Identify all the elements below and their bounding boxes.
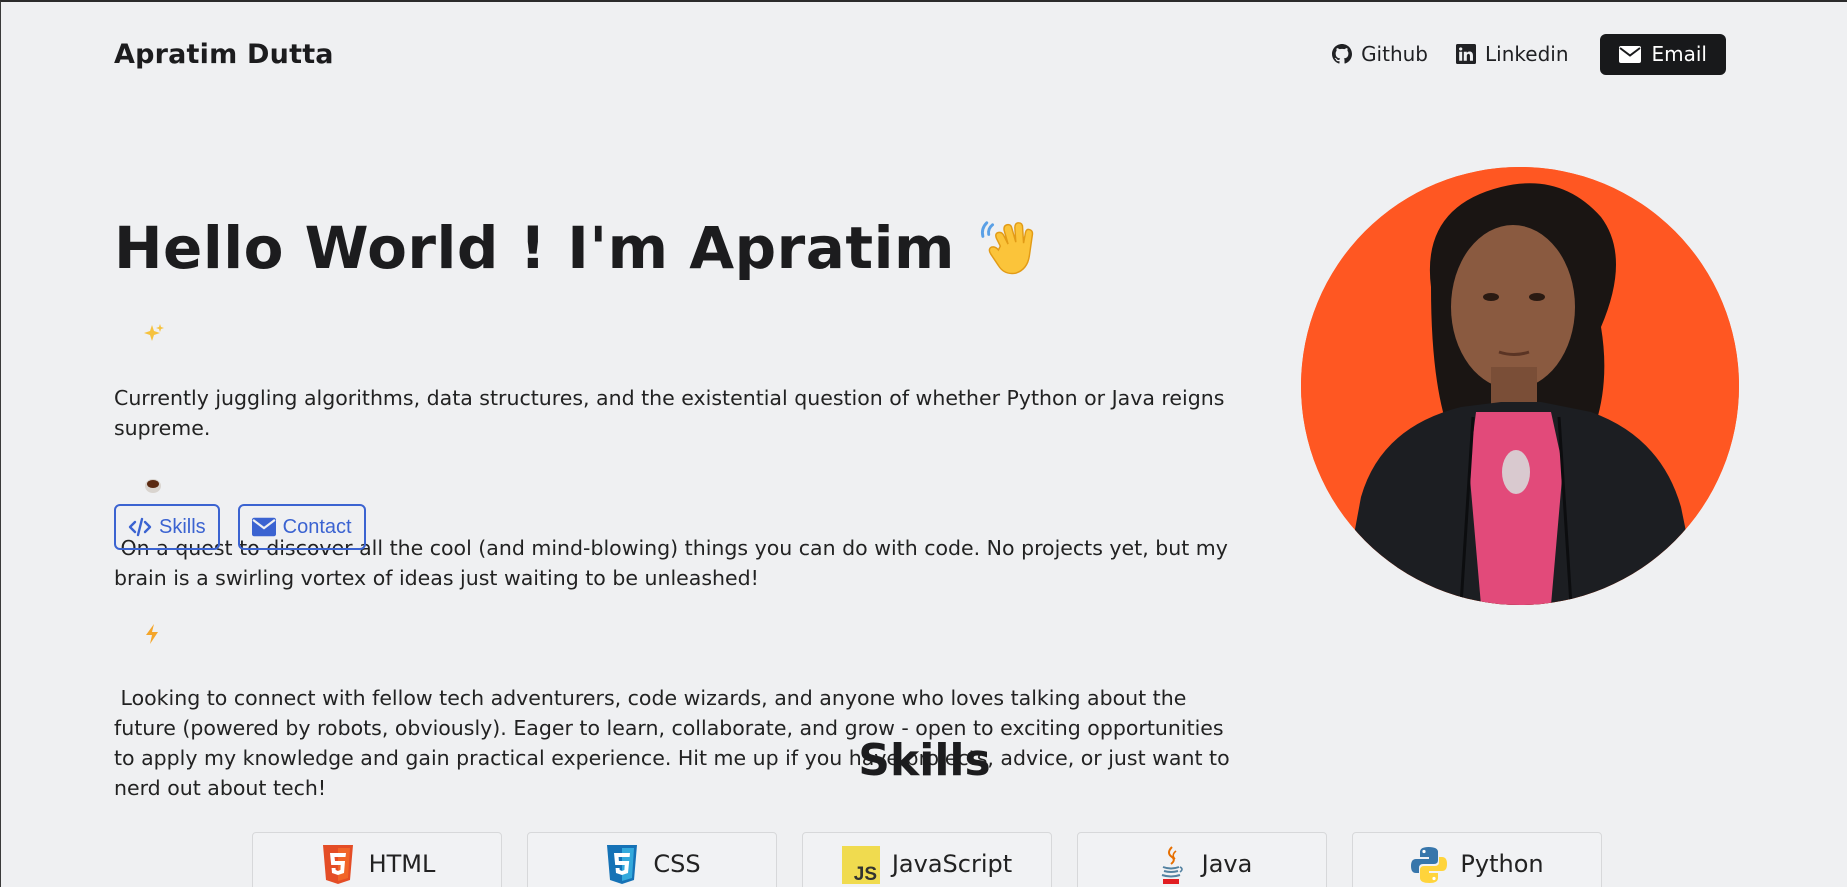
nav-link-github[interactable]: Github [1332,42,1428,66]
navbar: Apratim Dutta Github Linkedin Email [114,32,1726,76]
skill-label: JavaScript [891,850,1013,878]
skill-label: Python [1460,850,1544,878]
code-icon [128,517,152,537]
skill-label: HTML [368,850,436,878]
contact-button-label: Contact [282,515,352,538]
linkedin-icon [1456,44,1477,64]
skill-card-css[interactable]: CSS [527,832,777,887]
hero-title-text: Hello World ! I'm Apratim [114,214,955,282]
skills-section-title: Skills [858,735,991,786]
skills-button[interactable]: Skills [114,504,220,550]
waving-hand-icon [979,217,1041,279]
skill-card-javascript[interactable]: JS JavaScript [802,832,1052,887]
skills-button-label: Skills [159,515,206,538]
email-button[interactable]: Email [1599,33,1726,75]
envelope-icon [1618,45,1641,63]
python-icon [1410,845,1448,885]
hero-title: Hello World ! I'm Apratim [114,214,1041,282]
skill-card-java[interactable]: Java [1077,832,1327,887]
skill-label: CSS [653,850,701,878]
nav-links: Github Linkedin Email [1332,33,1726,75]
java-icon [1152,845,1190,885]
javascript-icon: JS [841,845,880,885]
hero-buttons: Skills Contact [114,504,366,550]
skills-list: HTML CSS JS JavaScript Java Python [252,832,1602,887]
bio-text-1: Currently juggling algorithms, data stru… [114,386,1231,440]
nav-link-linkedin[interactable]: Linkedin [1456,42,1569,66]
linkedin-label: Linkedin [1485,42,1569,66]
skill-card-python[interactable]: Python [1352,832,1602,887]
svg-text:JS: JS [854,864,877,884]
skill-card-html[interactable]: HTML [252,832,502,887]
html5-icon [319,845,357,885]
css3-icon [603,845,641,885]
sparkles-icon [117,293,165,383]
contact-button[interactable]: Contact [237,504,366,550]
github-icon [1332,44,1353,64]
email-label: Email [1651,42,1708,66]
envelope-icon [251,517,276,537]
lightning-icon [117,593,161,683]
profile-avatar [1301,167,1739,605]
brand-name[interactable]: Apratim Dutta [114,39,334,70]
skill-label: Java [1201,850,1253,878]
github-label: Github [1361,42,1429,66]
